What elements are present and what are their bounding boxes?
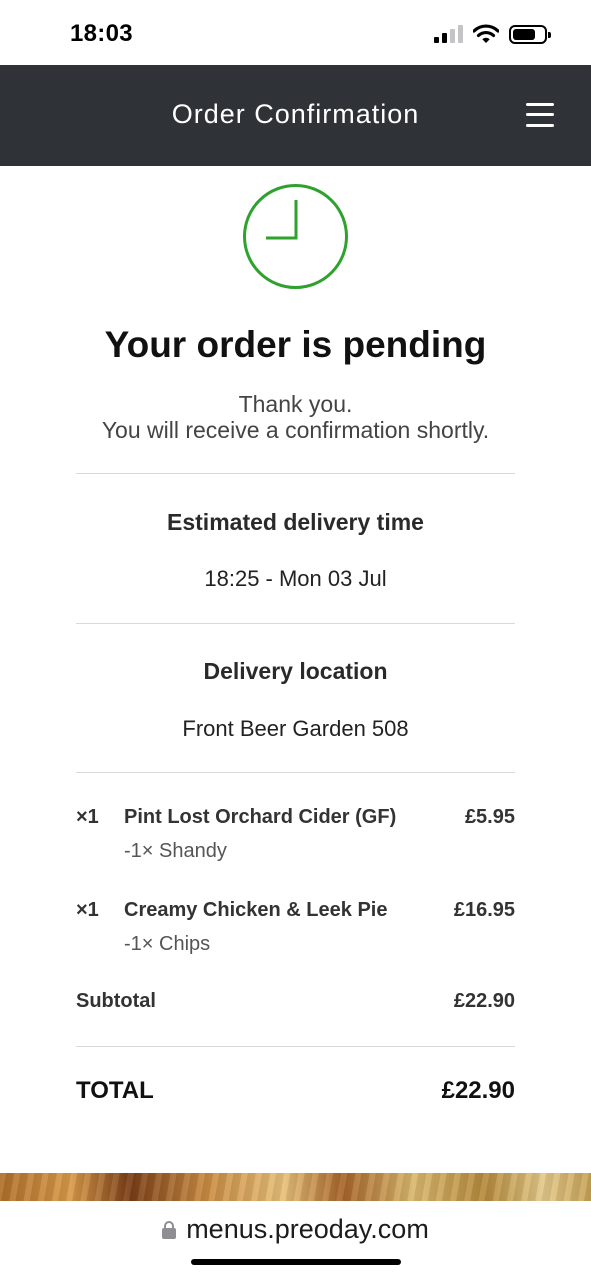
subtotal-value: £22.90: [453, 990, 515, 1012]
cellular-signal-icon: [434, 25, 463, 43]
divider: [76, 623, 515, 624]
hamburger-menu-icon[interactable]: [526, 101, 554, 129]
status-icons: [434, 24, 551, 44]
home-indicator[interactable]: [191, 1259, 401, 1265]
url-text: menus.preoday.com: [186, 1214, 429, 1244]
total-value: £22.90: [441, 1077, 515, 1104]
order-item: ×1 Creamy Chicken & Leek Pie £16.95 -1× …: [76, 899, 515, 959]
confirmation-text: You will receive a confirmation shortly.: [101, 417, 490, 443]
divider: [76, 473, 515, 474]
wifi-icon: [473, 24, 499, 43]
battery-icon: [509, 24, 551, 44]
item-name: Pint Lost Orchard Cider (GF): [124, 806, 397, 828]
total-label: TOTAL: [76, 1077, 154, 1104]
divider: [76, 772, 515, 773]
item-quantity: ×1: [76, 899, 99, 921]
item-name: Creamy Chicken & Leek Pie: [124, 899, 388, 921]
delivery-time-value: 18:25 - Mon 03 Jul: [204, 566, 387, 591]
item-modifier: -1× Chips: [124, 933, 211, 955]
page-title: Order Confirmation: [171, 99, 420, 129]
item-price: £16.95: [453, 899, 515, 921]
browser-address-bar[interactable]: menus.preoday.com: [0, 1201, 591, 1280]
subtotal-row: Subtotal £22.90: [76, 990, 515, 1016]
food-image: [0, 1173, 591, 1201]
app-header: Order Confirmation: [0, 65, 591, 166]
divider: [76, 1046, 515, 1047]
delivery-time-label: Estimated delivery time: [167, 509, 424, 535]
delivery-location-value: Front Beer Garden 508: [182, 716, 409, 741]
item-price: £5.95: [464, 806, 515, 828]
url-display[interactable]: menus.preoday.com: [0, 1214, 591, 1245]
item-modifier: -1× Shandy: [124, 840, 227, 862]
status-time: 18:03: [70, 20, 133, 47]
thank-you-text: Thank you.: [238, 391, 353, 417]
subtotal-label: Subtotal: [76, 990, 156, 1012]
item-quantity: ×1: [76, 806, 99, 828]
status-bar: 18:03: [0, 0, 591, 65]
confirmation-message: Thank you. You will receive a confirmati…: [0, 391, 591, 443]
order-status-title: Your order is pending: [104, 324, 487, 365]
delivery-location-label: Delivery location: [203, 658, 388, 684]
total-row: TOTAL £22.90: [76, 1077, 515, 1107]
order-item: ×1 Pint Lost Orchard Cider (GF) £5.95 -1…: [76, 806, 515, 866]
lock-icon: [162, 1221, 177, 1239]
clock-icon: [243, 184, 348, 289]
